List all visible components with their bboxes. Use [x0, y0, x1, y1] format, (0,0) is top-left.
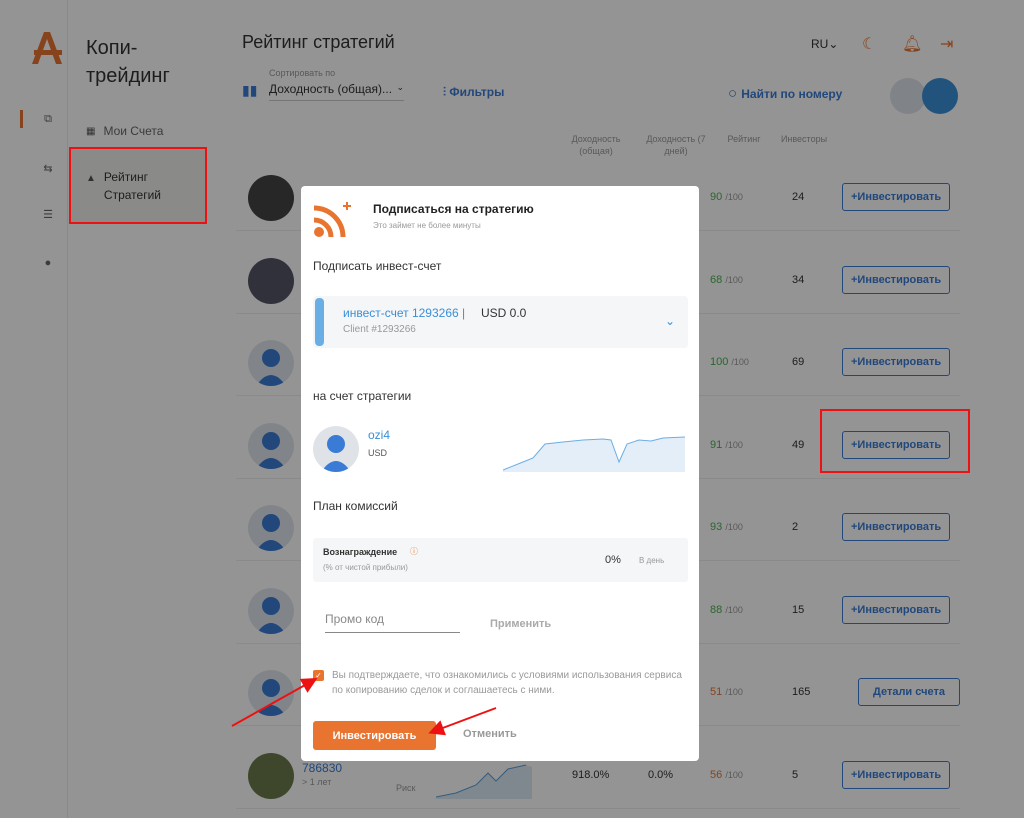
account-select[interactable]: инвест-счет 1293266 | USD 0.0 Client #12…: [313, 296, 688, 348]
rss-plus-icon: [313, 202, 351, 238]
agree-checkbox[interactable]: ✓: [313, 670, 324, 681]
account-balance: USD 0.0: [481, 306, 527, 320]
fee-plan: Вознаграждение ⓘ (% от чистой прибыли) 0…: [313, 538, 688, 582]
strategy-avatar: [313, 426, 359, 472]
invest-button[interactable]: Инвестировать: [313, 721, 436, 750]
fee-value: 0%: [605, 554, 621, 566]
subscribe-modal: Подписаться на стратегию Это займет не б…: [301, 186, 699, 761]
agreement-text: Вы подтверждаете, что ознакомились с усл…: [332, 670, 682, 696]
cancel-button[interactable]: Отменить: [463, 728, 517, 740]
fee-title: Вознаграждение: [323, 547, 398, 557]
strategy-currency: USD: [368, 448, 388, 458]
fee-subtitle: (% от чистой прибыли): [323, 563, 408, 572]
account-name: инвест-счет 1293266 |: [343, 306, 466, 320]
modal-title: Подписаться на стратегию: [373, 202, 534, 216]
highlight-box-invest: [820, 409, 970, 473]
account-color-bar: [315, 298, 324, 346]
chevron-down-icon[interactable]: ⌄: [665, 314, 675, 328]
modal-subtitle: Это займет не более минуты: [373, 221, 481, 230]
highlight-box-sidebar: [69, 147, 207, 224]
account-client: Client #1293266: [343, 324, 416, 335]
section-strategy-label: на счет стратегии: [313, 389, 412, 403]
section-fees-label: План комиссий: [313, 499, 398, 513]
promo-code-input[interactable]: [325, 610, 460, 633]
info-icon[interactable]: ⓘ: [410, 546, 418, 557]
strategy-sparkline: [503, 436, 685, 472]
strategy-name[interactable]: ozi4: [368, 428, 390, 442]
apply-promo-button[interactable]: Применить: [490, 618, 551, 630]
section-account-label: Подписать инвест-счет: [313, 259, 442, 273]
fee-period: В день: [639, 556, 665, 565]
